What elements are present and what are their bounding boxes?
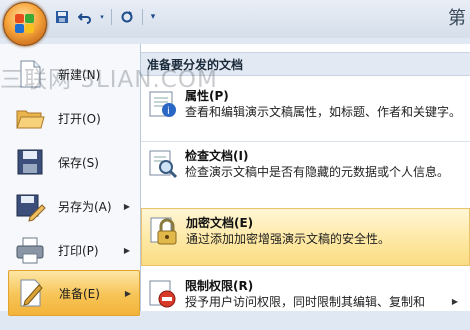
office-button[interactable] <box>3 2 47 46</box>
office-menu-left: 新建(N) 打开(O) 保存(S) 另存为(A) ▶ 打印(P) ▶ 准备(E)… <box>0 44 141 316</box>
prepare-submenu: 准备要分发的文档 i 属性(P) 查看和编辑演示文稿属性，如标题、作者和关键字。… <box>141 44 470 311</box>
submenu-item-description: 检查演示文稿中是否有隐藏的元数据或个人信息。 <box>185 165 450 179</box>
submenu-item-title: 加密文档(E) <box>186 216 254 230</box>
redo-icon[interactable] <box>117 7 137 27</box>
svg-text:i: i <box>167 106 170 117</box>
submenu-item-restrict-permission[interactable]: 限制权限(R) 授予用户访问权限，同时限制其编辑、复制和 ▶ <box>141 272 470 330</box>
window-title: 第 <box>448 8 466 29</box>
submenu-arrow-icon: ▶ <box>124 288 131 298</box>
menu-item-label: 另存为(A) <box>58 199 112 214</box>
submenu-item-inspect[interactable]: 检查文档(I) 检查演示文稿中是否有隐藏的元数据或个人信息。 <box>141 142 470 200</box>
save-icon <box>14 146 46 178</box>
undo-icon[interactable] <box>75 7 95 27</box>
menu-item-label: 打开(O) <box>58 111 101 126</box>
submenu-arrow-icon: ▶ <box>123 201 130 211</box>
new-document-icon <box>14 58 46 90</box>
submenu-item-properties[interactable]: i 属性(P) 查看和编辑演示文稿属性，如标题、作者和关键字。 <box>141 82 470 140</box>
submenu-item-title: 检查文档(I) <box>185 149 249 163</box>
qat-separator <box>111 9 112 25</box>
menu-item-print[interactable]: 打印(P) ▶ <box>8 228 138 272</box>
office-logo-icon <box>15 14 35 34</box>
menu-item-label: 新建(N) <box>58 67 101 82</box>
open-folder-icon <box>14 102 46 134</box>
submenu-item-description: 通过添加加密增强演示文稿的安全性。 <box>186 232 391 246</box>
menu-item-label: 保存(S) <box>58 155 99 170</box>
submenu-arrow-icon: ▶ <box>123 245 130 255</box>
save-as-icon <box>14 190 46 222</box>
submenu-item-description: 查看和编辑演示文稿属性，如标题、作者和关键字。 <box>185 105 462 119</box>
submenu-item-title: 属性(P) <box>185 89 229 103</box>
prepare-icon <box>15 277 47 309</box>
submenu-item-description: 授予用户访问权限，同时限制其编辑、复制和 <box>185 295 426 309</box>
submenu-item-encrypt[interactable]: 加密文档(E) 通过添加加密增强演示文稿的安全性。 <box>141 208 470 266</box>
menu-item-save-as[interactable]: 另存为(A) ▶ <box>8 184 138 228</box>
undo-dropdown-icon[interactable]: ▾ <box>98 7 106 27</box>
submenu-header: 准备要分发的文档 <box>141 52 470 76</box>
submenu-arrow-icon: ▶ <box>451 297 458 306</box>
quick-access-toolbar: ▾ ▾ <box>52 6 158 28</box>
menu-item-prepare[interactable]: 准备(E) ▶ <box>8 270 140 316</box>
customize-icon[interactable]: ▾ <box>148 7 158 27</box>
menu-item-label: 准备(E) <box>59 286 100 301</box>
submenu-item-title: 限制权限(R) <box>185 279 254 293</box>
menu-item-save[interactable]: 保存(S) <box>8 140 138 184</box>
menu-item-label: 打印(P) <box>58 243 99 258</box>
menu-item-new[interactable]: 新建(N) <box>8 52 138 96</box>
print-icon <box>14 234 46 266</box>
qat-separator <box>142 9 143 25</box>
title-bar: ▾ ▾ 第 <box>0 0 470 46</box>
restrict-permission-icon <box>147 278 179 310</box>
menu-item-open[interactable]: 打开(O) <box>8 96 138 140</box>
inspect-document-icon <box>147 148 179 180</box>
save-icon[interactable] <box>52 7 72 27</box>
properties-icon: i <box>147 88 179 120</box>
encrypt-document-icon <box>148 215 180 247</box>
